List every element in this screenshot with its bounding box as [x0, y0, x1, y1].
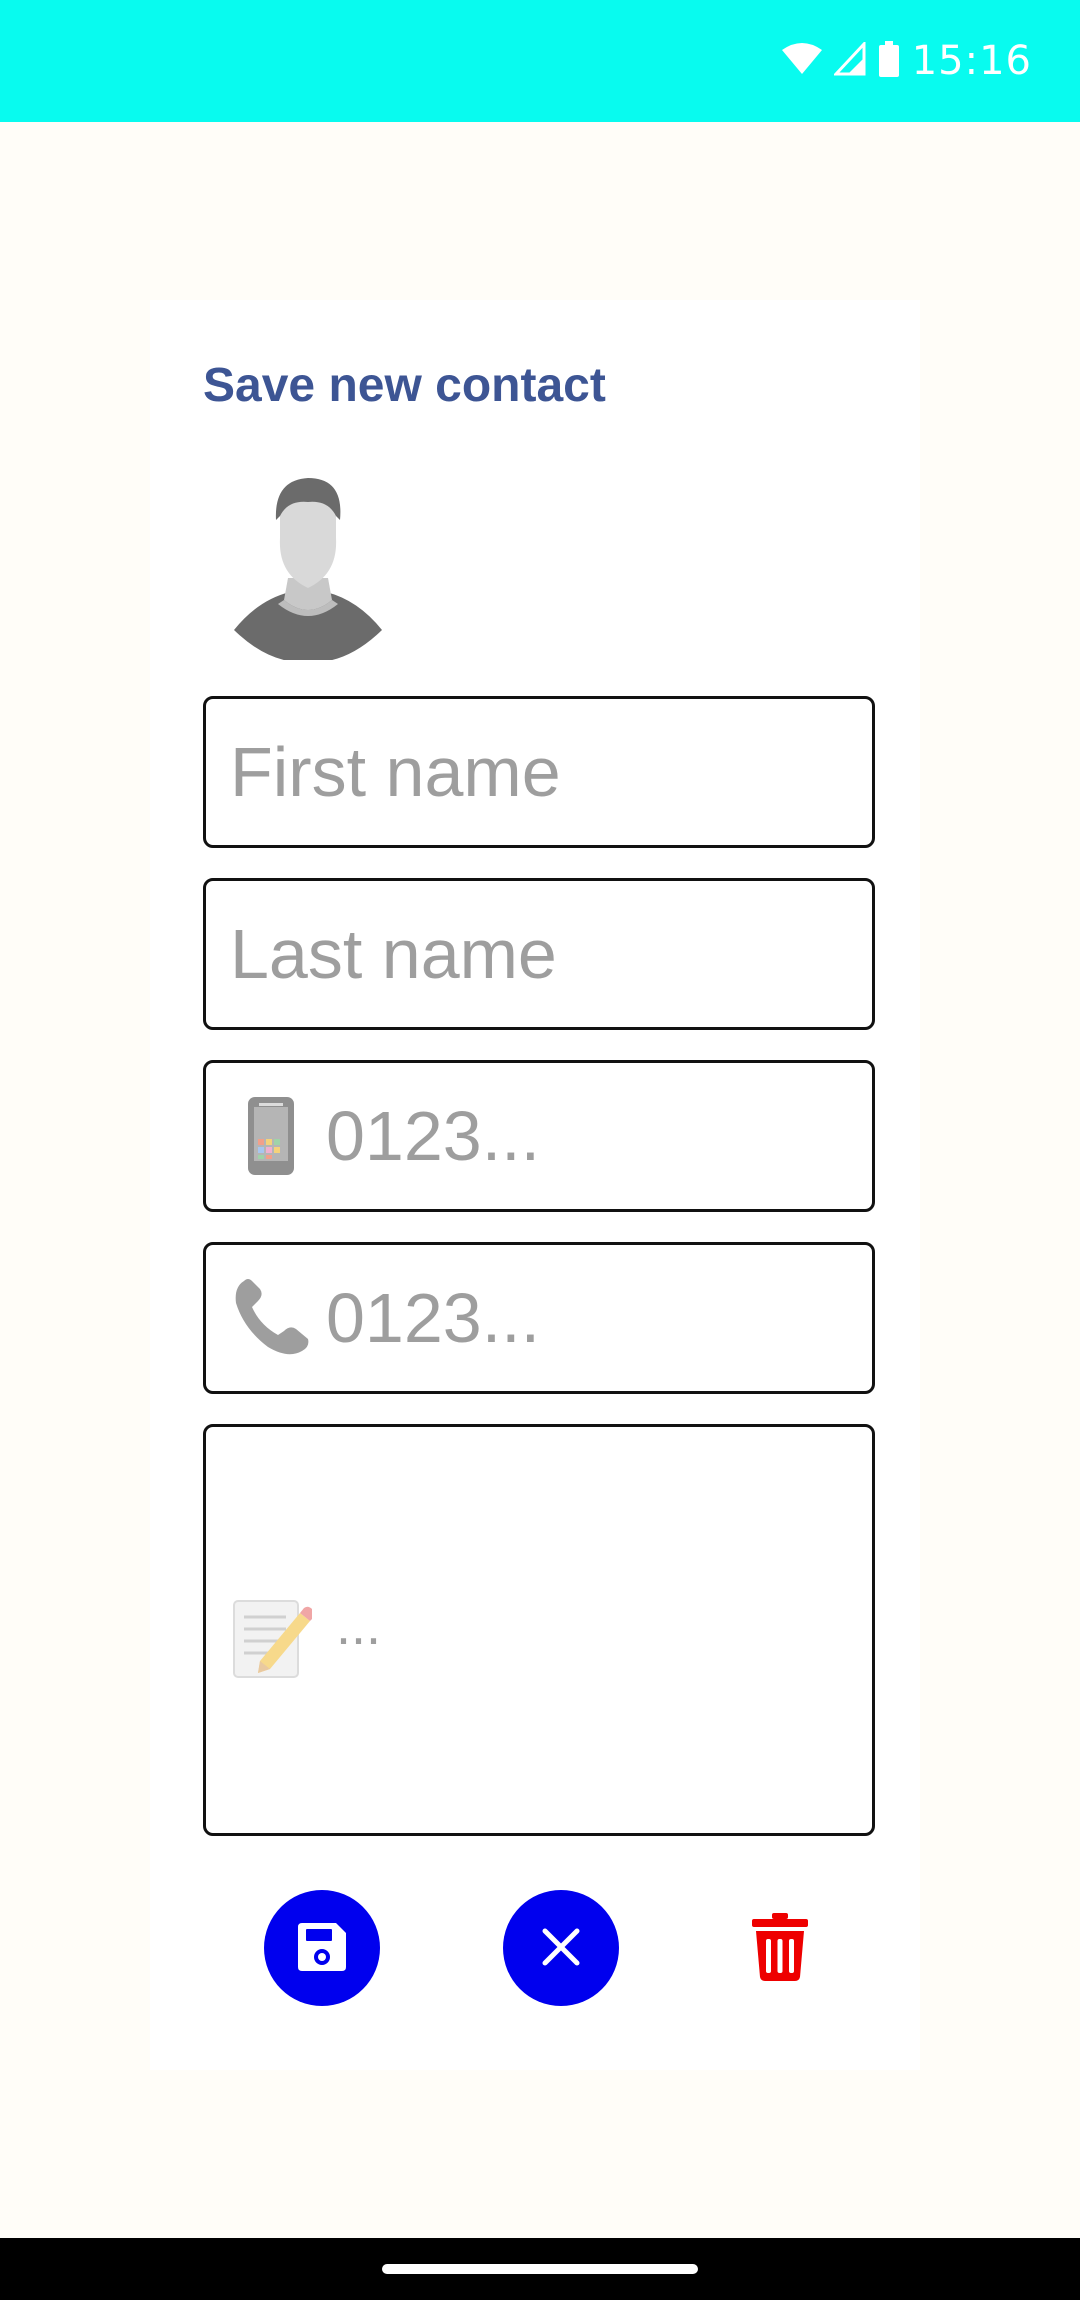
last-name-field — [203, 878, 875, 1030]
last-name-input[interactable] — [206, 914, 872, 994]
status-bar: 15:16 — [0, 0, 1080, 122]
battery-icon — [878, 40, 900, 82]
wifi-icon — [781, 42, 822, 81]
cancel-button[interactable] — [503, 1890, 619, 2006]
save-button[interactable] — [264, 1890, 380, 2006]
status-icons: 15:16 — [781, 36, 1032, 86]
telephone-field — [203, 1242, 875, 1394]
trash-icon — [752, 1912, 808, 1984]
page-title: Save new contact — [203, 359, 606, 412]
person-avatar-icon[interactable] — [228, 470, 388, 663]
status-time: 15:16 — [911, 38, 1032, 84]
notes-field — [203, 1424, 875, 1836]
telephone-icon — [230, 1277, 312, 1359]
telephone-input[interactable] — [312, 1278, 872, 1358]
first-name-input[interactable] — [206, 732, 872, 812]
first-name-field — [203, 696, 875, 848]
notes-input[interactable] — [336, 1595, 836, 1675]
mobile-phone-input[interactable] — [312, 1096, 872, 1176]
memo-pencil-icon — [230, 1597, 312, 1679]
delete-button[interactable] — [748, 1912, 812, 1984]
mobile-phone-field — [203, 1060, 875, 1212]
home-gesture-handle[interactable] — [382, 2264, 698, 2274]
save-icon — [294, 1919, 350, 1978]
close-icon — [541, 1927, 581, 1970]
mobile-phone-icon — [230, 1095, 312, 1177]
signal-icon — [832, 39, 866, 81]
